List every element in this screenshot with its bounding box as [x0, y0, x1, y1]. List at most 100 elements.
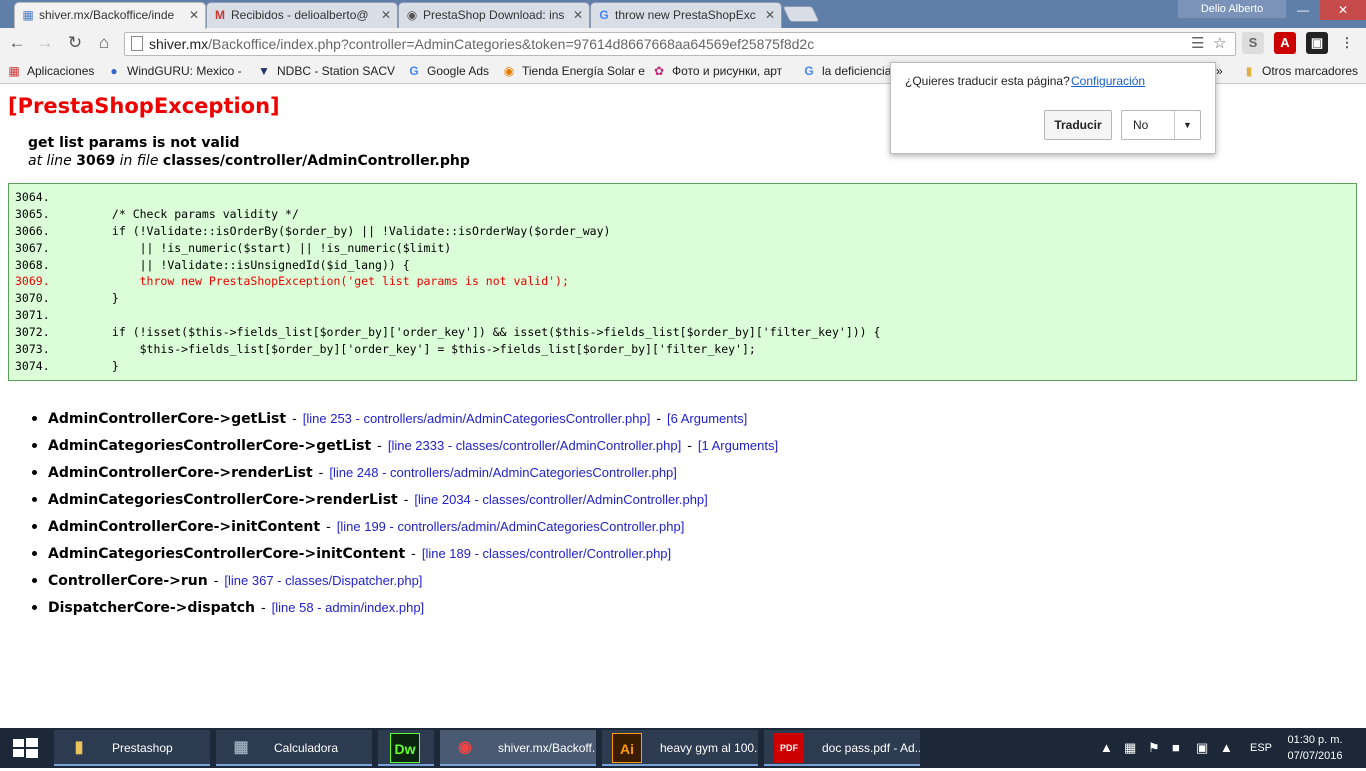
close-tab-icon[interactable]: ✕ — [765, 3, 775, 27]
folder-icon: ▮ — [1245, 64, 1253, 78]
translate-settings-link[interactable]: Configuración — [1071, 74, 1145, 88]
trace-separator: - — [687, 437, 692, 453]
translate-button[interactable]: Traducir — [1044, 110, 1112, 140]
translate-bubble: ¿Quieres traducir esta página? Configura… — [890, 62, 1216, 154]
network-icon[interactable]: ■ — [1172, 740, 1180, 756]
trace-function: AdminCategoriesControllerCore->getList — [48, 438, 372, 454]
monitor-icon[interactable]: ▣ — [1196, 740, 1208, 756]
trace-function: ControllerCore->run — [48, 573, 208, 589]
trace-location-link[interactable]: [line 253 - controllers/admin/AdminCateg… — [303, 411, 651, 426]
taskbar-chrome[interactable]: ◉ shiver.mx/Backoff... — [440, 730, 596, 766]
start-button[interactable] — [0, 728, 50, 768]
trace-separator: - — [292, 410, 297, 426]
extension-dark-icon[interactable]: ▣ — [1306, 32, 1328, 54]
close-window-icon[interactable]: ✕ — [1320, 0, 1366, 20]
stack-trace-item: AdminControllerCore->initContent - [line 1… — [30, 513, 778, 540]
trace-arguments-link[interactable]: [6 Arguments] — [667, 411, 747, 426]
code-line: 3073. $this->fields_list[$order_by]['ord… — [15, 342, 756, 357]
code-line: 3066. if (!Validate::isOrderBy($order_by… — [15, 223, 611, 238]
bookmark-google-ads[interactable]: G Google Ads — [407, 62, 489, 80]
language-indicator[interactable]: ESP — [1250, 740, 1272, 756]
acrobat-extension-icon[interactable]: A — [1274, 32, 1296, 54]
profile-button[interactable]: Delio Alberto — [1178, 0, 1286, 18]
ndbc-icon: ▼ — [258, 64, 270, 78]
apps-grid-icon: ▦ — [8, 64, 20, 78]
trace-location-link[interactable]: [line 189 - classes/controller/Controlle… — [422, 546, 671, 561]
home-icon[interactable]: ⌂ — [93, 32, 115, 54]
bookmark-foto[interactable]: ✿ Фото и рисунки, арт — [652, 62, 782, 80]
stack-trace: AdminControllerCore->getList - [line 253 -… — [30, 405, 778, 621]
trace-location-link[interactable]: [line 2333 - classes/controller/AdminCon… — [388, 438, 681, 453]
extension-s-icon[interactable]: S — [1242, 32, 1264, 54]
close-tab-icon[interactable]: ✕ — [573, 3, 583, 27]
minimize-icon[interactable]: — — [1288, 0, 1318, 20]
page-icon: ▦ — [22, 8, 34, 22]
taskbar-prestashop[interactable]: ▮ Prestashop — [54, 730, 210, 766]
stack-trace-item: AdminCategoriesControllerCore->initConte… — [30, 540, 778, 567]
volume-icon[interactable]: ▲ — [1220, 740, 1233, 756]
bookmark-ndbc[interactable]: ▼ NDBC - Station SACV — [257, 62, 395, 80]
exception-message: get list params is not valid — [28, 135, 240, 151]
dreamweaver-icon: Dw — [390, 733, 420, 763]
close-tab-icon[interactable]: ✕ — [189, 3, 199, 27]
trace-function: DispatcherCore->dispatch — [48, 600, 255, 616]
trace-separator: - — [656, 410, 661, 426]
chevron-down-icon[interactable]: ▼ — [1174, 111, 1200, 139]
menu-icon[interactable]: ⋮ — [1336, 32, 1358, 54]
tab-gmail[interactable]: M Recibidos - delioalberto@ ✕ — [206, 2, 398, 28]
bookmark-star-icon[interactable]: ☆ — [1213, 35, 1226, 53]
art-icon: ✿ — [653, 64, 665, 78]
tab-google-search[interactable]: G throw new PrestaShopExc ✕ — [590, 2, 782, 28]
back-icon[interactable]: ← — [6, 32, 28, 54]
code-line: 3067. || !is_numeric($start) || !is_nume… — [15, 240, 452, 255]
translate-question: ¿Quieres traducir esta página? — [905, 74, 1070, 88]
more-bookmarks-chevron[interactable]: » — [1216, 62, 1223, 80]
translate-icon[interactable]: ☰ — [1191, 35, 1204, 53]
clock[interactable]: 01:30 p. m. 07/07/2016 — [1286, 732, 1344, 764]
stack-trace-item: AdminCategoriesControllerCore->getList -[… — [30, 432, 778, 459]
bookmark-tienda[interactable]: ◉ Tienda Energía Solar e — [502, 62, 645, 80]
trace-separator: - — [326, 518, 331, 534]
exception-location: at line 3069 in file classes/controller/… — [28, 153, 470, 169]
reload-icon[interactable]: ↻ — [64, 32, 86, 54]
tab-prestashop-download[interactable]: ◉ PrestaShop Download: ins ✕ — [398, 2, 590, 28]
address-bar[interactable]: shiver.mx/Backoffice/index.php?controlle… — [124, 32, 1236, 56]
folder-icon: ▮ — [74, 739, 84, 756]
calculator-icon: ▦ — [233, 739, 249, 756]
taskbar-dreamweaver[interactable]: Dw — [378, 730, 434, 766]
taskbar-calculadora[interactable]: ▦ Calculadora — [216, 730, 372, 766]
google-icon: G — [409, 64, 419, 78]
flag-icon[interactable]: ⚑ — [1148, 740, 1160, 756]
trace-location-link[interactable]: [line 199 - controllers/admin/AdminCateg… — [337, 519, 685, 534]
stack-trace-item: AdminCategoriesControllerCore->renderLis… — [30, 486, 778, 513]
stack-trace-item: DispatcherCore->dispatch - [line 58 - admi… — [30, 594, 778, 621]
new-tab-button[interactable] — [782, 6, 820, 22]
tab-title: PrestaShop Download: ins — [423, 8, 565, 22]
trace-arguments-link[interactable]: [1 Arguments] — [698, 438, 778, 453]
stack-trace-item: ControllerCore->run - [line 367 - classes/… — [30, 567, 778, 594]
tray-windows-icon[interactable]: ▦ — [1124, 740, 1136, 756]
url-host: shiver.mx — [149, 36, 209, 52]
tray-up-icon[interactable]: ▲ — [1100, 740, 1113, 756]
trace-location-link[interactable]: [line 367 - classes/Dispatcher.php] — [224, 573, 422, 588]
bookmark-deficiencia[interactable]: Gla deficiencia — [802, 62, 891, 80]
forward-icon[interactable]: → — [34, 32, 56, 54]
trace-location-link[interactable]: [line 2034 - classes/controller/AdminCon… — [414, 492, 707, 507]
taskbar-acrobat[interactable]: PDF doc pass.pdf - Ad... — [764, 730, 920, 766]
tab-backoffice[interactable]: ▦ shiver.mx/Backoffice/inde ✕ — [14, 2, 206, 29]
code-line: 3070. } — [15, 291, 119, 306]
code-line: 3072. if (!isset($this->fields_list[$ord… — [15, 325, 881, 340]
bookmark-other[interactable]: ▮ Otros marcadores — [1242, 62, 1358, 80]
exception-line: 3069 — [76, 153, 116, 169]
chrome-icon: ◉ — [458, 739, 472, 756]
code-snippet: 3064. 3065. /* Check params validity */ 30… — [8, 183, 1357, 381]
taskbar-illustrator[interactable]: Ai heavy gym al 100... — [602, 730, 758, 766]
bookmark-windguru[interactable]: ● WindGURU: Mexico - — [107, 62, 241, 80]
close-tab-icon[interactable]: ✕ — [381, 3, 391, 27]
translate-no-select[interactable]: No ▼ — [1121, 110, 1201, 140]
trace-location-link[interactable]: [line 58 - admin/index.php] — [272, 600, 424, 615]
trace-location-link[interactable]: [line 248 - controllers/admin/AdminCateg… — [329, 465, 677, 480]
tab-title: throw new PrestaShopExc — [615, 8, 756, 22]
page-info-icon[interactable] — [131, 36, 143, 51]
bookmark-apps[interactable]: ▦ Aplicaciones — [7, 62, 94, 80]
